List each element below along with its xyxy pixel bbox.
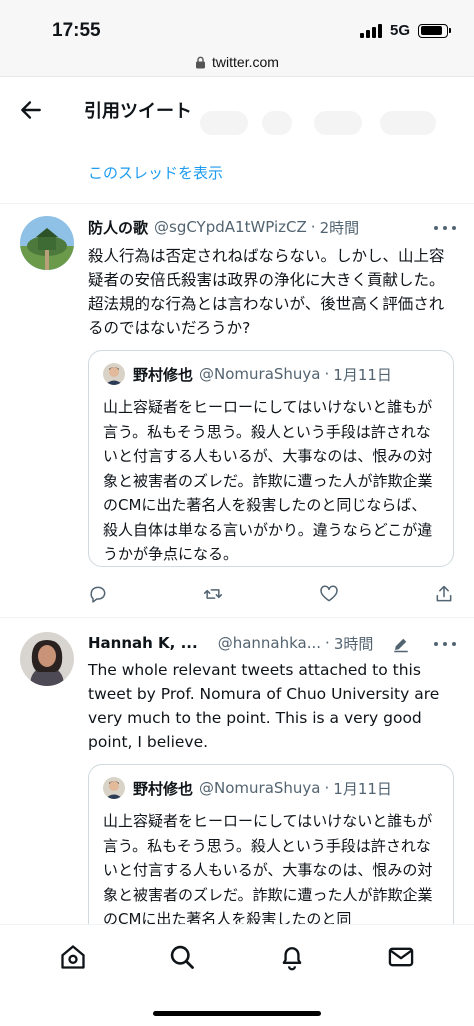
share-icon[interactable] [434, 584, 454, 604]
show-thread-link[interactable]: このスレッドを表示 [88, 162, 223, 183]
quoted-author-handle: @NomuraShuya [199, 779, 321, 797]
home-indicator[interactable] [153, 1011, 321, 1016]
status-bar: 17:55 5G [0, 0, 474, 48]
more-options-icon[interactable] [434, 226, 456, 232]
search-icon[interactable] [168, 943, 196, 971]
quoted-tweet-header: 野村修也 @NomuraShuya · 1月11日 [103, 363, 392, 385]
reply-icon[interactable] [88, 584, 108, 604]
mail-icon[interactable] [387, 943, 415, 971]
url-text: twitter.com [212, 54, 279, 70]
quoted-date: 1月11日 [333, 365, 392, 384]
tweet-actions [88, 582, 454, 606]
tweet-time[interactable]: 3時間 [334, 633, 374, 654]
quoted-tweet-text: 山上容疑者をヒーローにしてはいけないと誰もが言う。私もそう思う。殺人という手段は… [103, 812, 433, 924]
separator-dot: · [324, 365, 330, 383]
tweet-header: Hannah K, ... @hannahka... · 3時間 [88, 632, 404, 654]
quoted-author-name: 野村修也 [133, 779, 194, 798]
quoted-tweet[interactable]: 野村修也 @NomuraShuya · 1月11日 山上容疑者をヒーローにしては… [88, 350, 454, 567]
avatar-image [103, 363, 125, 385]
avatar-image [103, 777, 125, 799]
avatar[interactable] [20, 216, 74, 270]
retweet-icon[interactable] [203, 584, 223, 604]
network-type: 5G [389, 22, 410, 39]
faded-placeholder [380, 111, 436, 135]
quoted-avatar [103, 777, 125, 799]
separator-dot: · [325, 634, 330, 652]
more-options-icon[interactable] [434, 642, 456, 648]
separator-dot: · [324, 779, 330, 797]
separator-dot: · [310, 218, 316, 236]
quoted-avatar [103, 363, 125, 385]
status-time: 17:55 [52, 20, 101, 41]
pencil-icon [394, 638, 408, 653]
bottom-nav [0, 924, 474, 1026]
avatar-image [20, 632, 74, 686]
lock-icon [196, 56, 206, 68]
page-header: 引用ツイート [0, 77, 474, 143]
signal-icon [359, 23, 382, 38]
url-bar[interactable]: twitter.com [0, 48, 474, 76]
avatar[interactable] [20, 632, 74, 686]
quoted-tweet-text: 山上容疑者をヒーローにしてはいけないと誰もが言う。私もそう思う。殺人という手段は… [103, 398, 433, 563]
quoted-tweet[interactable]: 野村修也 @NomuraShuya · 1月11日 山上容疑者をヒーローにしては… [88, 764, 454, 924]
faded-placeholder [200, 111, 248, 135]
status-indicators: 5G [359, 22, 451, 39]
arrow-left-icon[interactable] [18, 97, 44, 123]
author-handle[interactable]: @hannahka... [218, 634, 321, 652]
page-title: 引用ツイート [84, 101, 192, 122]
quoted-date: 1月11日 [333, 779, 392, 798]
faded-placeholder [314, 111, 362, 135]
faded-placeholder [262, 111, 292, 135]
quoted-author-handle: @NomuraShuya [199, 365, 321, 383]
quoted-tweet-header: 野村修也 @NomuraShuya · 1月11日 [103, 777, 392, 799]
author-name[interactable]: Hannah K, ... [88, 634, 198, 652]
battery-icon [418, 23, 451, 38]
tweet-text: 殺人行為は否定されねばならない。しかし、山上容疑者の安倍氏殺害は政界の浄化に大き… [88, 247, 445, 337]
home-icon[interactable] [59, 943, 87, 971]
tweet-time[interactable]: 2時間 [320, 217, 360, 238]
author-name[interactable]: 防人の歌 [88, 217, 148, 238]
tweet-header: 防人の歌 @sgCYpdA1tWPizCZ · 2時間 [88, 216, 458, 238]
author-handle[interactable]: @sgCYpdA1tWPizCZ [154, 218, 307, 236]
bell-icon[interactable] [278, 943, 306, 971]
tweet[interactable]: Hannah K, ... @hannahka... · 3時間 The who… [0, 618, 474, 924]
avatar-image [20, 216, 74, 270]
tweet-text: The whole relevant tweets attached to th… [88, 661, 440, 751]
like-icon[interactable] [319, 584, 339, 604]
tweet[interactable]: 防人の歌 @sgCYpdA1tWPizCZ · 2時間 殺人行為は否定されねばな… [0, 204, 474, 617]
quoted-author-name: 野村修也 [133, 365, 194, 384]
